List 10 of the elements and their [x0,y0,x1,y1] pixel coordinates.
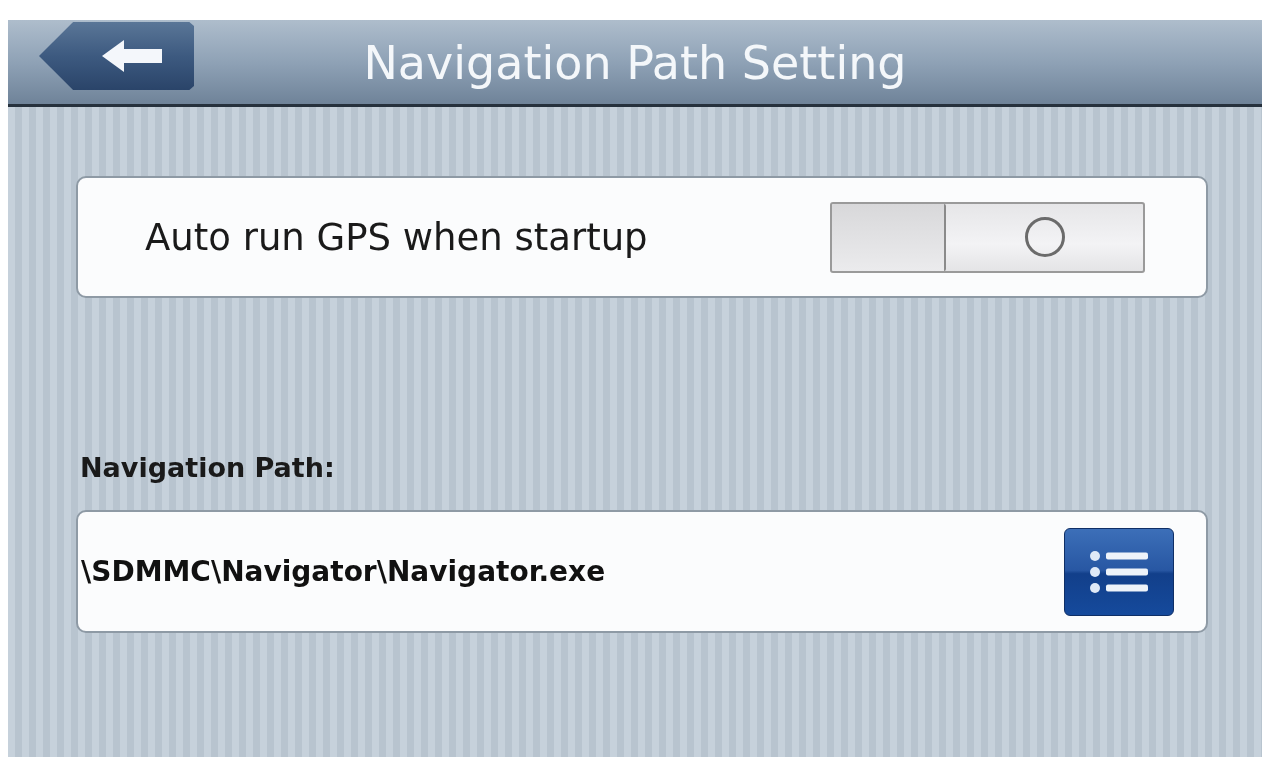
setting-label: Auto run GPS when startup [145,215,648,259]
toggle-switch[interactable] [830,201,1145,273]
back-button[interactable] [39,22,194,90]
circle-icon [1023,216,1066,258]
arrow-left-icon [101,40,162,72]
path-label: Navigation Path: [80,452,335,483]
browse-button[interactable] [1064,527,1174,616]
list-icon [1090,550,1148,593]
path-value: \SDMMC\Navigator\Navigator.exe [81,555,606,588]
screen-title: Navigation Path Setting [362,35,908,90]
